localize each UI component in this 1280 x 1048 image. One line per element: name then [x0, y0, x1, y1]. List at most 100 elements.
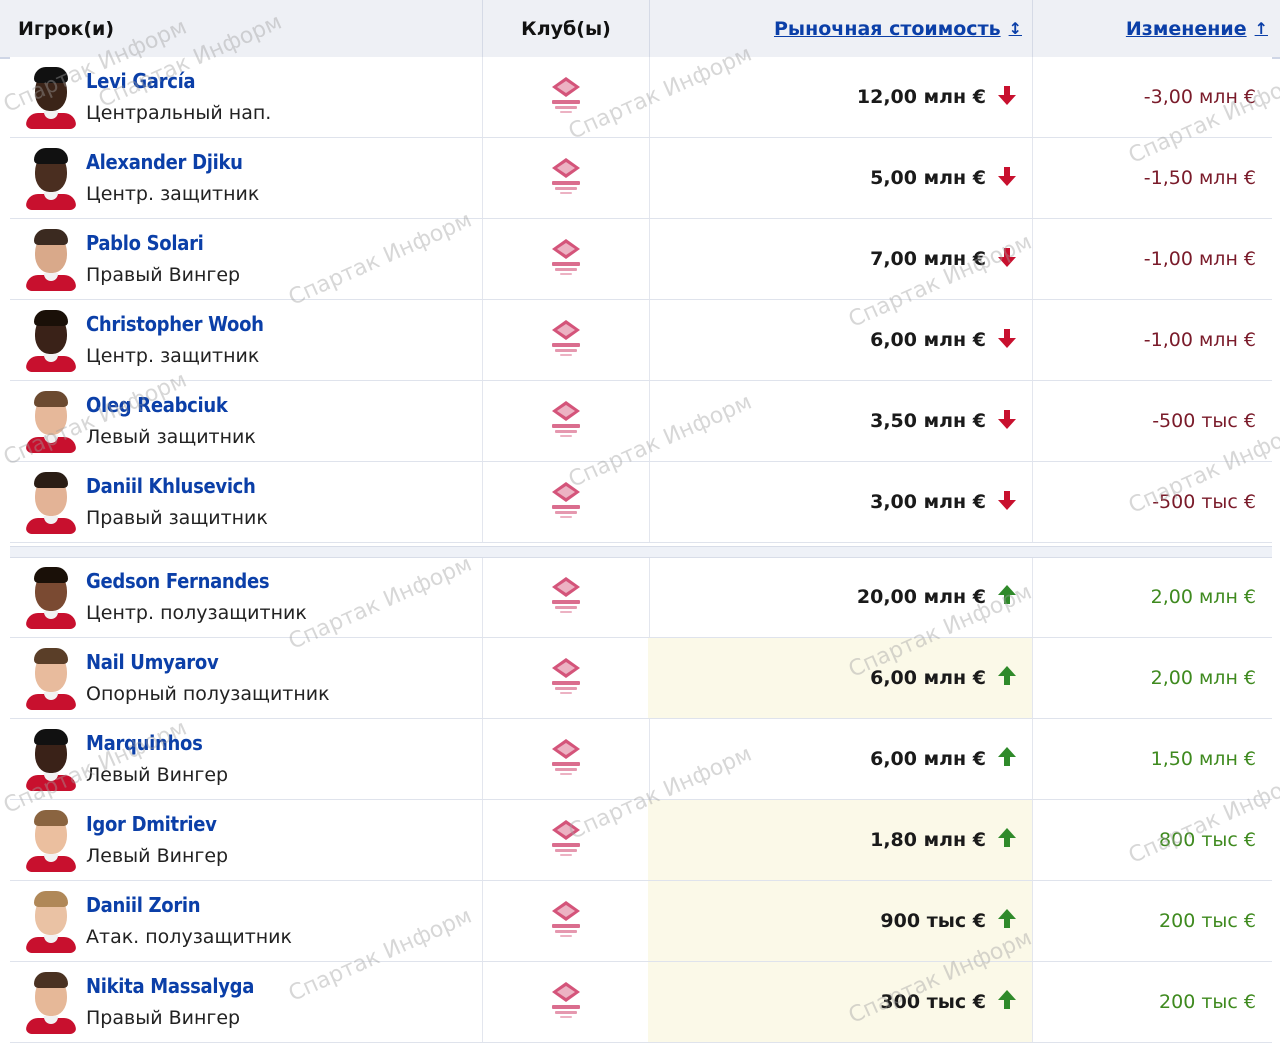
club-cell — [482, 719, 650, 799]
player-photo[interactable] — [26, 889, 76, 953]
market-value-cell: 20,00 млн € — [648, 557, 1032, 637]
player-photo[interactable] — [26, 65, 76, 129]
player-position: Правый Вингер — [86, 264, 241, 286]
player-position: Правый защитник — [86, 507, 268, 529]
market-value-cell: 7,00 млн € — [648, 219, 1032, 299]
market-value: 6,00 млн € — [870, 748, 986, 770]
player-position: Центральный нап. — [86, 102, 272, 124]
player-name-link[interactable]: Alexander Djiku — [86, 150, 243, 174]
player-name-link[interactable]: Igor Dmitriev — [86, 812, 217, 836]
table-row: Nail Umyarov Опорный полузащитник 6,00 м… — [10, 638, 1272, 719]
arrow-up-icon — [986, 584, 1018, 611]
market-value-cell: 6,00 млн € — [648, 300, 1032, 380]
player-photo[interactable] — [26, 470, 76, 534]
header-change-label[interactable]: Изменение — [1126, 18, 1247, 40]
player-photo[interactable] — [26, 727, 76, 791]
market-value-cell: 6,00 млн € — [648, 719, 1032, 799]
market-value: 20,00 млн € — [856, 586, 986, 608]
header-club: Клуб(ы) — [482, 0, 650, 57]
table-row: Levi García Центральный нап. 12,00 млн €… — [10, 57, 1272, 138]
value-change: -500 тыс € — [1032, 381, 1272, 461]
player-name-link[interactable]: Oleg Reabciuk — [86, 393, 228, 417]
club-cell — [482, 638, 650, 718]
value-change: 1,50 млн € — [1032, 719, 1272, 799]
player-position: Опорный полузащитник — [86, 683, 330, 705]
value-change: -1,00 млн € — [1032, 300, 1272, 380]
market-value-table: Игрок(и) Клуб(ы) Рыночная стоимость ↕ Из… — [0, 0, 1280, 1048]
player-photo[interactable] — [26, 646, 76, 710]
table-header: Игрок(и) Клуб(ы) Рыночная стоимость ↕ Из… — [0, 0, 1280, 59]
player-name-link[interactable]: Christopher Wooh — [86, 312, 264, 336]
player-name-link[interactable]: Marquinhos — [86, 731, 203, 755]
table-row: Pablo Solari Правый Вингер 7,00 млн € -1… — [10, 219, 1272, 300]
club-cell — [482, 219, 650, 299]
spartak-logo-icon[interactable] — [549, 75, 583, 119]
market-value-cell: 300 тыс € — [648, 962, 1032, 1042]
spartak-logo-icon[interactable] — [549, 980, 583, 1024]
arrow-down-icon — [986, 84, 1018, 111]
market-value-cell: 12,00 млн € — [648, 57, 1032, 137]
value-change: -1,50 млн € — [1032, 138, 1272, 218]
market-value: 1,80 млн € — [870, 829, 986, 851]
market-value-cell: 900 тыс € — [648, 881, 1032, 961]
spartak-logo-icon[interactable] — [549, 399, 583, 443]
player-name-link[interactable]: Gedson Fernandes — [86, 569, 270, 593]
player-photo[interactable] — [26, 808, 76, 872]
player-name-link[interactable]: Pablo Solari — [86, 231, 204, 255]
player-photo[interactable] — [26, 308, 76, 372]
spartak-logo-icon[interactable] — [549, 818, 583, 862]
player-name-link[interactable]: Daniil Zorin — [86, 893, 201, 917]
market-value-cell: 3,50 млн € — [648, 381, 1032, 461]
market-value: 300 тыс € — [880, 991, 986, 1013]
value-change: 2,00 млн € — [1032, 557, 1272, 637]
spartak-logo-icon[interactable] — [549, 318, 583, 362]
player-name-link[interactable]: Nail Umyarov — [86, 650, 219, 674]
table-row: Christopher Wooh Центр. защитник 6,00 мл… — [10, 300, 1272, 381]
header-change-sort[interactable]: Изменение ↑ — [1032, 0, 1280, 57]
club-cell — [482, 381, 650, 461]
club-cell — [482, 57, 650, 137]
market-value: 7,00 млн € — [870, 248, 986, 270]
spartak-logo-icon[interactable] — [549, 480, 583, 524]
market-value-cell: 1,80 млн € — [648, 800, 1032, 880]
spartak-logo-icon[interactable] — [549, 899, 583, 943]
player-photo[interactable] — [26, 227, 76, 291]
spartak-logo-icon[interactable] — [549, 737, 583, 781]
player-photo[interactable] — [26, 970, 76, 1034]
player-photo[interactable] — [26, 146, 76, 210]
player-position: Центр. защитник — [86, 183, 260, 205]
sort-both-icon[interactable]: ↕ — [1009, 19, 1022, 38]
player-position: Атак. полузащитник — [86, 926, 293, 948]
table-row: Daniil Khlusevich Правый защитник 3,00 м… — [10, 462, 1272, 543]
value-change: -1,00 млн € — [1032, 219, 1272, 299]
arrow-down-icon — [986, 246, 1018, 273]
player-name-link[interactable]: Daniil Khlusevich — [86, 474, 256, 498]
player-photo[interactable] — [26, 389, 76, 453]
value-change: 200 тыс € — [1032, 962, 1272, 1042]
section-divider — [10, 546, 1272, 558]
arrow-up-icon — [986, 989, 1018, 1016]
header-market-value-sort[interactable]: Рыночная стоимость ↕ — [648, 0, 1032, 57]
spartak-logo-icon[interactable] — [549, 656, 583, 700]
player-position: Правый Вингер — [86, 1007, 241, 1029]
arrow-up-icon — [986, 665, 1018, 692]
table-row: Marquinhos Левый Вингер 6,00 млн € 1,50 … — [10, 719, 1272, 800]
player-position: Центр. полузащитник — [86, 602, 307, 624]
table-row: Nikita Massalyga Правый Вингер 300 тыс €… — [10, 962, 1272, 1043]
player-name-link[interactable]: Levi García — [86, 69, 196, 93]
spartak-logo-icon[interactable] — [549, 575, 583, 619]
market-value-cell: 3,00 млн € — [648, 462, 1032, 542]
header-market-value-label[interactable]: Рыночная стоимость — [774, 18, 1001, 40]
sort-up-icon[interactable]: ↑ — [1255, 19, 1268, 38]
club-cell — [482, 962, 650, 1042]
player-name-link[interactable]: Nikita Massalyga — [86, 974, 254, 998]
spartak-logo-icon[interactable] — [549, 237, 583, 281]
table-row: Oleg Reabciuk Левый защитник 3,50 млн € … — [10, 381, 1272, 462]
table-row: Alexander Djiku Центр. защитник 5,00 млн… — [10, 138, 1272, 219]
spartak-logo-icon[interactable] — [549, 156, 583, 200]
table-row: Igor Dmitriev Левый Вингер 1,80 млн € 80… — [10, 800, 1272, 881]
player-position: Левый Вингер — [86, 845, 229, 867]
player-photo[interactable] — [26, 565, 76, 629]
club-cell — [482, 138, 650, 218]
player-position: Левый защитник — [86, 426, 256, 448]
